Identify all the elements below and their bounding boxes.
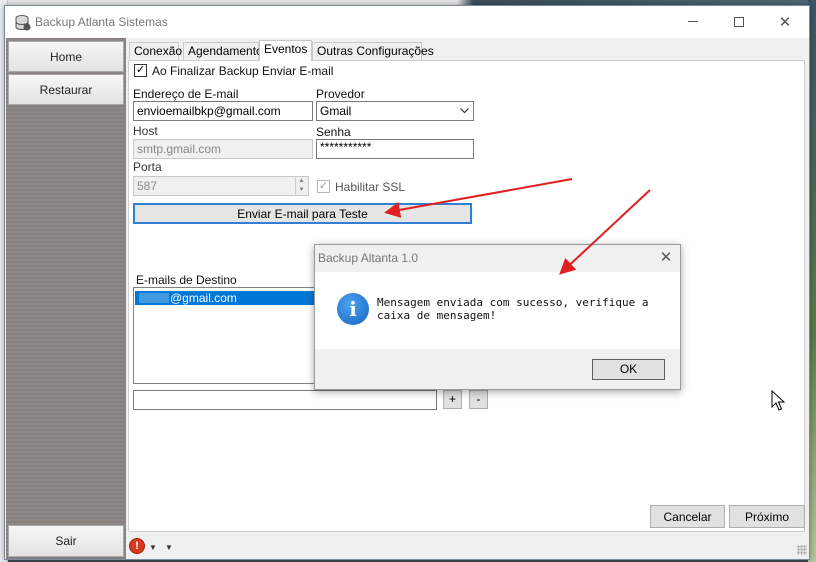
minimize-button[interactable] <box>670 6 716 37</box>
close-icon: ✕ <box>778 13 792 31</box>
password-field[interactable]: *********** <box>316 139 474 159</box>
redacted-text <box>139 293 169 303</box>
password-label: Senha <box>316 125 351 139</box>
dialog-close-button[interactable]: ✕ <box>655 248 677 268</box>
send-test-email-button[interactable]: Enviar E-mail para Teste <box>133 203 472 224</box>
maximize-icon <box>734 16 744 27</box>
mouse-cursor-icon <box>771 390 785 411</box>
dialog-message: Mensagem enviada com sucesso, verifique … <box>377 296 649 322</box>
port-stepper[interactable]: 587 ▲ ▼ <box>133 176 309 196</box>
email-field[interactable]: envioemailbkp@gmail.com <box>133 101 313 121</box>
provider-value: Gmail <box>320 104 352 118</box>
tab-outras-configuracoes[interactable]: Outras Configurações <box>312 42 434 60</box>
recipients-label: E-mails de Destino <box>136 273 237 287</box>
provider-select[interactable]: Gmail <box>316 101 474 121</box>
dropdown-caret-icon-2[interactable]: ▼ <box>165 543 173 552</box>
provider-label: Provedor <box>316 87 365 101</box>
tab-eventos[interactable]: Eventos <box>259 40 312 61</box>
tab-conexao[interactable]: Conexão <box>129 42 182 60</box>
message-dialog: Backup Altanta 1.0 ✕ i Mensagem enviada … <box>314 244 681 390</box>
send-on-finish-label: Ao Finalizar Backup Enviar E-mail <box>152 64 334 78</box>
recipient-email: @gmail.com <box>170 291 237 305</box>
dialog-body: i Mensagem enviada com sucesso, verifiqu… <box>315 272 680 349</box>
port-up-icon[interactable]: ▲ <box>295 177 307 186</box>
close-window-button[interactable]: ✕ <box>762 6 808 37</box>
info-icon: i <box>337 293 369 325</box>
restore-button[interactable]: Restaurar <box>8 74 124 105</box>
port-label: Porta <box>133 160 162 174</box>
new-recipient-input[interactable] <box>133 390 437 410</box>
title-bar: Backup Atlanta Sistemas ✕ <box>5 6 809 38</box>
error-icon[interactable]: ! <box>129 538 145 554</box>
sidebar: Home Restaurar Sair <box>6 38 126 559</box>
add-recipient-button[interactable]: + <box>443 390 462 409</box>
dropdown-caret-icon[interactable]: ▼ <box>149 543 157 552</box>
home-button[interactable]: Home <box>8 41 124 72</box>
port-value: 587 <box>137 179 158 193</box>
port-down-icon[interactable]: ▼ <box>295 186 307 195</box>
remove-recipient-button[interactable]: - <box>469 390 488 409</box>
ssl-checkbox[interactable]: ✓ <box>317 180 330 193</box>
chevron-down-icon <box>460 108 469 114</box>
host-field[interactable]: smtp.gmail.com <box>133 139 313 159</box>
resize-grip[interactable] <box>797 545 807 555</box>
exit-button[interactable]: Sair <box>8 525 124 557</box>
maximize-button[interactable] <box>716 6 762 37</box>
host-label: Host <box>133 124 158 138</box>
next-button[interactable]: Próximo <box>729 505 805 528</box>
dialog-title: Backup Altanta 1.0 <box>318 251 419 265</box>
ssl-label: Habilitar SSL <box>335 180 406 194</box>
send-on-finish-checkbox[interactable]: ✓ <box>134 64 147 77</box>
database-icon <box>15 15 31 31</box>
window-title: Backup Atlanta Sistemas <box>35 15 168 29</box>
ok-button[interactable]: OK <box>592 359 665 380</box>
cancel-button[interactable]: Cancelar <box>650 505 725 528</box>
minimize-icon <box>688 21 698 22</box>
email-label: Endereço de E-mail <box>133 87 239 101</box>
tab-agendamento[interactable]: Agendamento <box>183 42 263 60</box>
